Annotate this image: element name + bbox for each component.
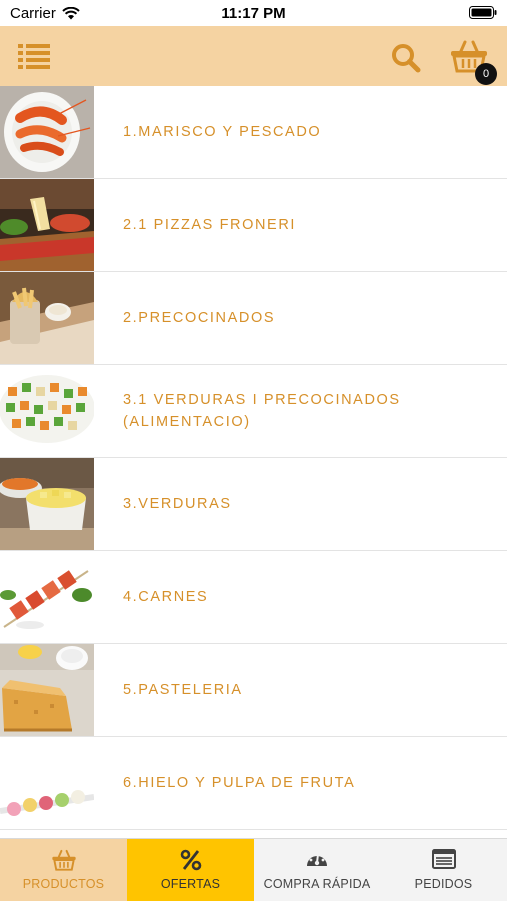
category-label: 1.MARISCO Y PESCADO xyxy=(123,124,322,140)
tab-productos[interactable]: PRODUCTOS xyxy=(0,839,127,901)
tab-label: COMPRA RÁPIDA xyxy=(263,877,371,891)
nav-header: 0 xyxy=(0,26,507,86)
pastry-photo xyxy=(0,644,94,736)
precooked-photo xyxy=(0,272,94,364)
tab-bar: PRODUCTOS OFERTAS COMPRA RÁPIDA PEDIDOS xyxy=(0,838,507,901)
category-label: 6.HIELO Y PULPA DE FRUTA xyxy=(123,775,356,791)
mixed-vegetables-photo xyxy=(0,365,94,457)
category-row-carnes[interactable]: 4.CARNES xyxy=(0,551,507,644)
category-row-precocinados[interactable]: 2.PRECOCINADOS xyxy=(0,272,507,365)
category-label: 4.CARNES xyxy=(123,589,209,605)
category-row-verduras[interactable]: 3.VERDURAS xyxy=(0,458,507,551)
tab-label: OFERTAS xyxy=(160,877,221,891)
speedometer-icon xyxy=(307,853,327,866)
status-bar: Carrier 11:17 PM xyxy=(0,0,507,26)
status-time: 11:17 PM xyxy=(221,5,286,22)
seafood-photo xyxy=(0,86,94,178)
orders-list-icon xyxy=(431,849,456,869)
tab-compra-rapida[interactable]: COMPRA RÁPIDA xyxy=(254,839,380,901)
percent-icon xyxy=(180,849,201,871)
battery-icon xyxy=(469,6,497,19)
menu-list-icon[interactable] xyxy=(18,43,50,69)
ice-cream-photo xyxy=(0,737,94,829)
cart-button[interactable]: 0 xyxy=(450,39,500,85)
pizza-photo xyxy=(0,179,94,271)
category-label: 3.1 VERDURAS I PRECOCINADOS (ALIMENTACIO… xyxy=(123,392,401,430)
tab-pedidos[interactable]: PEDIDOS xyxy=(380,839,507,901)
tab-ofertas[interactable]: OFERTAS xyxy=(127,839,254,901)
category-list[interactable]: 1.MARISCO Y PESCADO 2.1 PIZZAS FRONERI 2… xyxy=(0,86,507,838)
category-row-hielo[interactable]: 6.HIELO Y PULPA DE FRUTA xyxy=(0,737,507,830)
category-label: 5.PASTELERIA xyxy=(123,682,243,698)
category-row-seafood[interactable]: 1.MARISCO Y PESCADO xyxy=(0,86,507,179)
cart-count-badge: 0 xyxy=(475,63,497,85)
tab-label: PRODUCTOS xyxy=(22,877,105,891)
search-icon[interactable] xyxy=(390,42,422,74)
tab-label: PEDIDOS xyxy=(414,877,473,891)
category-label: 2.1 PIZZAS FRONERI xyxy=(123,217,297,233)
status-right xyxy=(469,6,497,23)
vegetables-photo xyxy=(0,458,94,550)
category-row-verduras-precocinados[interactable]: 3.1 VERDURAS I PRECOCINADOS (ALIMENTACIO… xyxy=(0,365,507,458)
category-label: 3.VERDURAS xyxy=(123,496,232,512)
meat-skewer-photo xyxy=(0,551,94,643)
basket-icon xyxy=(51,849,76,871)
category-label: 2.PRECOCINADOS xyxy=(123,310,276,326)
category-row-pasteleria[interactable]: 5.PASTELERIA xyxy=(0,644,507,737)
category-row-pizzas[interactable]: 2.1 PIZZAS FRONERI xyxy=(0,179,507,272)
